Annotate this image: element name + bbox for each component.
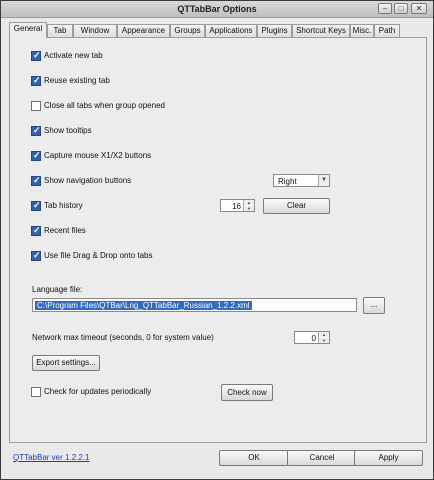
tab-history-checkbox[interactable] xyxy=(31,200,41,211)
stepper-down-icon[interactable]: ▼ xyxy=(319,338,329,343)
tab-path[interactable]: Path xyxy=(374,24,400,37)
tab-general[interactable]: General xyxy=(9,22,47,38)
tab-plugins[interactable]: Plugins xyxy=(257,24,292,37)
maximize-icon[interactable]: □ xyxy=(394,3,408,14)
export-settings-button[interactable]: Export settings... xyxy=(32,355,100,371)
activate-new-tab-label: Activate new tab xyxy=(44,51,103,60)
close-all-tabs-label: Close all tabs when group opened xyxy=(44,101,165,110)
show-tooltips-checkbox[interactable] xyxy=(31,125,41,136)
chevron-down-icon[interactable]: ▼ xyxy=(318,175,329,186)
network-timeout-label: Network max timeout (seconds, 0 for syst… xyxy=(32,333,214,342)
apply-button[interactable]: Apply xyxy=(354,450,423,466)
check-updates-checkbox[interactable] xyxy=(31,387,41,397)
language-file-label: Language file: xyxy=(32,285,83,294)
tab-misc[interactable]: Misc. xyxy=(350,24,374,37)
language-file-value: C:\Program Files\QTBar\Lng_QTTabBar_Russ… xyxy=(35,301,252,310)
show-nav-buttons-checkbox[interactable] xyxy=(31,175,41,186)
show-tooltips-label: Show tooltips xyxy=(44,126,92,135)
minimize-icon[interactable]: – xyxy=(378,3,392,14)
show-nav-buttons-label: Show navigation buttons xyxy=(44,176,132,185)
title-bar[interactable]: QTTabBar Options – □ ✕ xyxy=(1,1,433,18)
cancel-button[interactable]: Cancel xyxy=(287,450,357,466)
nav-position-value: Right xyxy=(278,177,297,186)
tab-history-label: Tab history xyxy=(44,201,83,210)
nav-position-dropdown[interactable]: Right ▼ xyxy=(273,174,330,187)
stepper-up-icon[interactable]: ▲ xyxy=(319,332,329,337)
reuse-existing-tab-label: Reuse existing tab xyxy=(44,76,110,85)
activate-new-tab-checkbox[interactable] xyxy=(31,50,41,61)
version-link[interactable]: QTTabBar ver 1.2.2.1 xyxy=(13,453,89,462)
capture-mouse-label: Capture mouse X1/X2 buttons xyxy=(44,151,152,160)
recent-files-label: Recent files xyxy=(44,226,86,235)
tab-applications[interactable]: Applications xyxy=(205,24,257,37)
tab-shortcut-keys[interactable]: Shortcut Keys xyxy=(292,24,350,37)
tab-appearance[interactable]: Appearance xyxy=(117,24,170,37)
close-all-tabs-checkbox[interactable] xyxy=(31,101,41,111)
ok-button[interactable]: OK xyxy=(219,450,289,466)
stepper-arrows: ▲ ▼ xyxy=(318,332,329,343)
browse-button[interactable]: ... xyxy=(363,297,385,314)
stepper-up-icon[interactable]: ▲ xyxy=(244,200,254,205)
options-window: QTTabBar Options – □ ✕ General Tab Windo… xyxy=(0,0,434,480)
check-updates-label: Check for updates periodically xyxy=(44,387,152,396)
tab-tab[interactable]: Tab xyxy=(47,24,73,37)
close-icon[interactable]: ✕ xyxy=(411,3,427,14)
file-drag-drop-label: Use file Drag & Drop onto tabs xyxy=(44,251,153,260)
tab-groups[interactable]: Groups xyxy=(170,24,205,37)
network-timeout-value: 0 xyxy=(311,334,316,343)
stepper-arrows: ▲ ▼ xyxy=(243,200,254,211)
stepper-down-icon[interactable]: ▼ xyxy=(244,206,254,211)
network-timeout-stepper[interactable]: 0 ▲ ▼ xyxy=(294,331,330,344)
reuse-existing-tab-checkbox[interactable] xyxy=(31,75,41,86)
check-now-button[interactable]: Check now xyxy=(221,384,273,401)
tab-history-stepper[interactable]: 16 ▲ ▼ xyxy=(220,199,255,212)
capture-mouse-checkbox[interactable] xyxy=(31,150,41,161)
window-title: QTTabBar Options xyxy=(177,4,257,14)
tab-history-value: 16 xyxy=(232,202,241,211)
language-file-input[interactable]: C:\Program Files\QTBar\Lng_QTTabBar_Russ… xyxy=(32,298,357,312)
clear-button[interactable]: Clear xyxy=(263,198,330,214)
general-panel xyxy=(9,37,427,443)
tab-window[interactable]: Window xyxy=(73,24,117,37)
recent-files-checkbox[interactable] xyxy=(31,225,41,236)
file-drag-drop-checkbox[interactable] xyxy=(31,250,41,261)
